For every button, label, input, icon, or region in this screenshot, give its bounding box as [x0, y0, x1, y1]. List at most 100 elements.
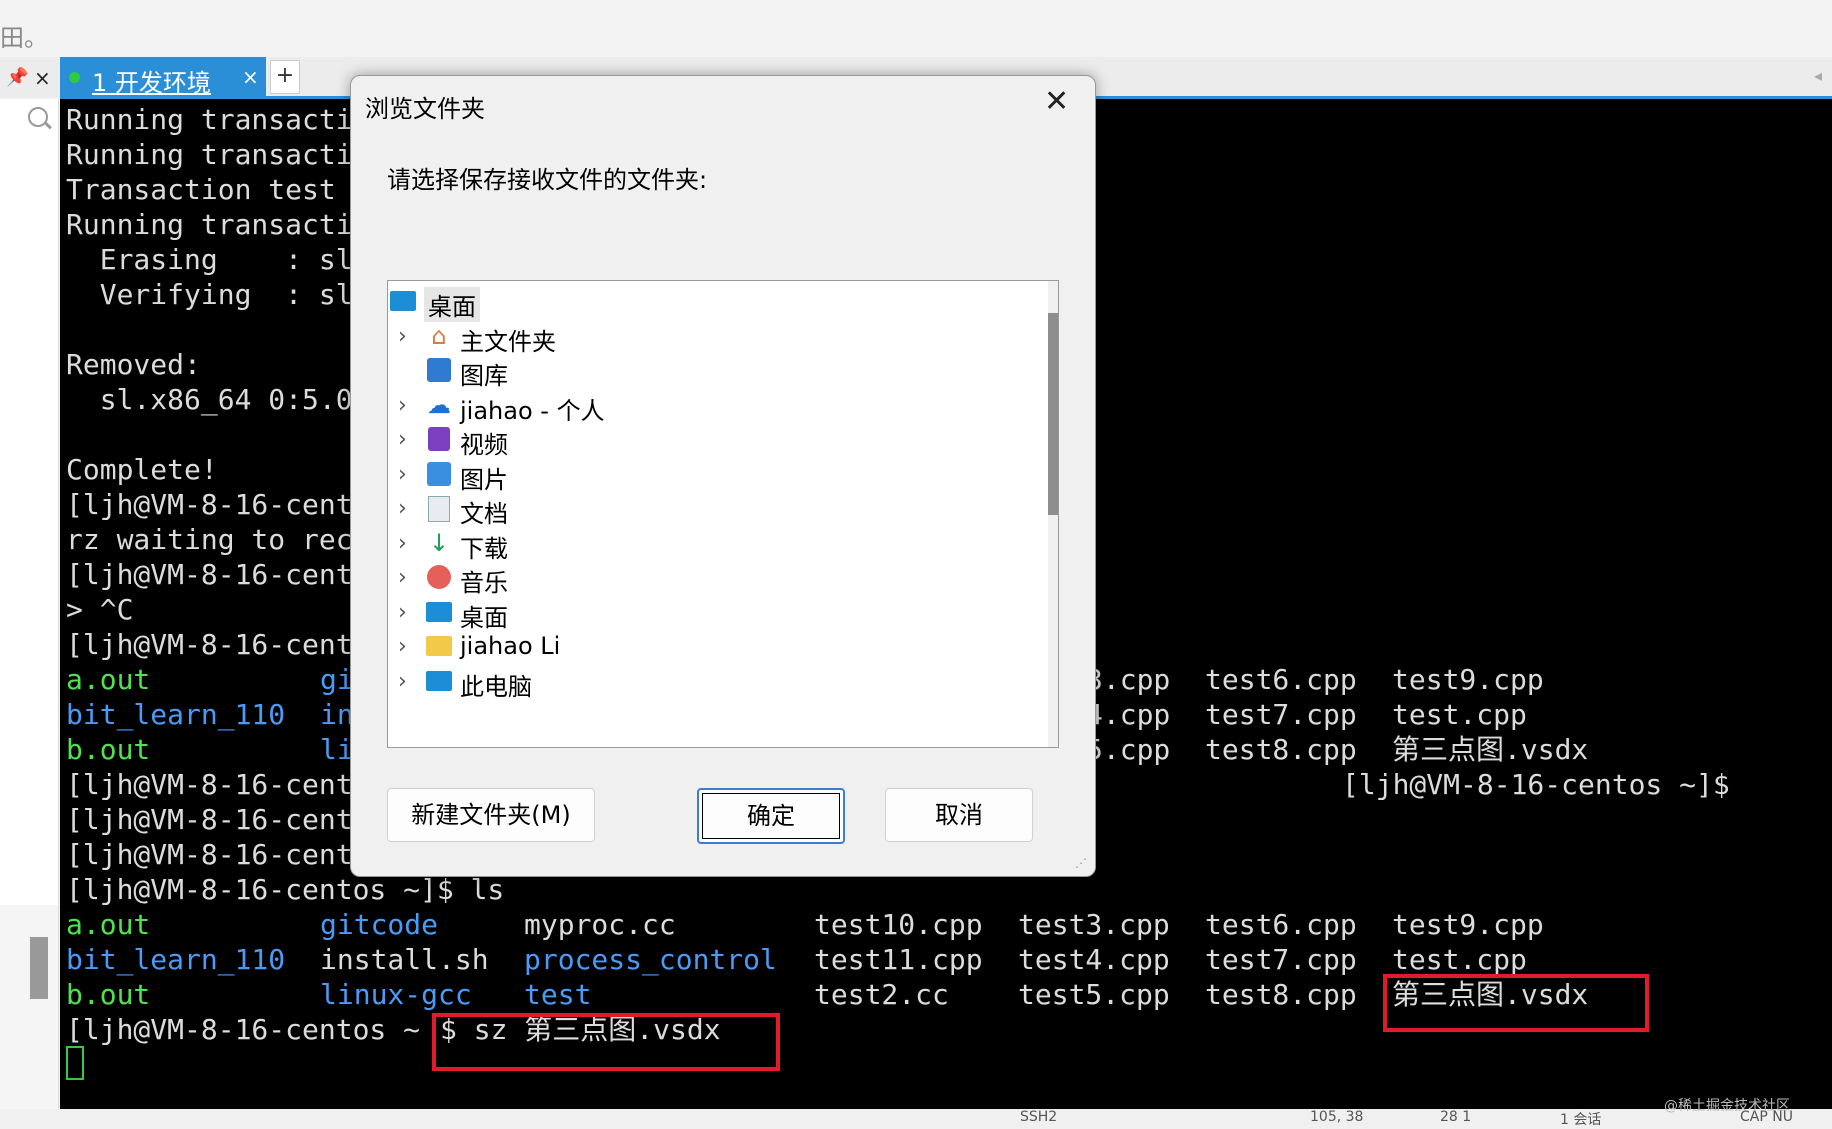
- tab-close-icon[interactable]: ×: [242, 65, 259, 89]
- ls-entry: a.out: [66, 663, 151, 696]
- tree-item-label: 主文件夹: [460, 327, 556, 356]
- tree-item[interactable]: › 视频: [388, 421, 1008, 459]
- ls-entry: test2.cc: [814, 978, 949, 1011]
- home-icon: ⌂: [431, 321, 447, 350]
- terminal-line: sl.x86_64 0:5.0: [66, 383, 353, 416]
- chevron-right-icon[interactable]: ›: [398, 669, 407, 694]
- status-sessions: 1 会话: [1560, 1112, 1602, 1128]
- terminal-line: Removed:: [66, 348, 201, 381]
- ls-entry: test.cpp: [1392, 698, 1527, 731]
- status-bar: SSH2 105, 38 28 1 1 会话 CAP NU @稀土掘金技术社区: [0, 1098, 1832, 1128]
- resize-grip-icon[interactable]: ⋰: [1075, 856, 1087, 870]
- terminal-line: [ljh@VM-8-16-cent: [66, 628, 353, 661]
- ls-entry: bit_learn_110: [66, 698, 286, 731]
- folder-tree[interactable]: › 此电脑 › jiahao Li › 桌面 › 音乐 › ↓ 下载 › 文档 › 图片 › 视频 › ☁ jiaha…: [387, 280, 1059, 748]
- close-icon[interactable]: ✕: [1044, 84, 1069, 119]
- ls-entry: b.out: [66, 733, 151, 766]
- chevron-right-icon[interactable]: ›: [398, 531, 407, 556]
- tree-item[interactable]: › 桌面: [388, 594, 1008, 632]
- ls-entry: test9.cpp: [1392, 663, 1544, 696]
- tree-item[interactable]: › ⌂ 主文件夹: [388, 318, 1008, 356]
- tree-item[interactable]: › ☁ jiahao - 个人: [388, 387, 1008, 425]
- terminal-line: Transaction test: [66, 173, 336, 206]
- tree-item-label: 视频: [460, 431, 508, 459]
- dialog-title: 浏览文件夹: [365, 95, 485, 123]
- chevron-right-icon[interactable]: ›: [398, 393, 407, 418]
- ls-entry: test8.cpp: [1205, 733, 1357, 766]
- ls-entry: b.out: [66, 978, 151, 1011]
- chevron-right-icon[interactable]: ›: [398, 600, 407, 625]
- terminal-line: Verifying : sl: [66, 278, 353, 311]
- terminal-line: rz waiting to rec: [66, 523, 353, 556]
- status-cursor-pos: 105, 38: [1310, 1109, 1364, 1125]
- chevron-right-icon[interactable]: ›: [398, 496, 407, 521]
- ls-entry: test5.cpp: [1018, 978, 1170, 1011]
- chevron-right-icon[interactable]: ›: [398, 634, 407, 659]
- ls-entry: linux-gcc: [320, 978, 472, 1011]
- terminal-line: > ^C: [66, 593, 134, 626]
- ls-entry: in: [320, 698, 354, 731]
- chevron-right-icon[interactable]: ›: [398, 565, 407, 590]
- chevron-right-icon[interactable]: ›: [398, 427, 407, 452]
- tree-item[interactable]: › 文档: [388, 490, 1008, 528]
- ls-entry: a.out: [66, 908, 151, 941]
- tree-item-label: jiahao Li: [460, 632, 561, 660]
- top-strip: 田。: [0, 0, 1832, 57]
- cut-off-text: 田。: [0, 24, 48, 52]
- computer-icon: [424, 667, 454, 695]
- highlight-box-command: [432, 1013, 780, 1071]
- tree-item-label: 图片: [460, 465, 508, 494]
- ls-entry: 第三点图.vsdx: [1392, 733, 1589, 766]
- ls-entry: 3.cpp: [1086, 663, 1171, 696]
- tree-item[interactable]: › 此电脑: [388, 663, 1008, 701]
- picture-icon: [424, 460, 454, 488]
- terminal-line: Running transacti: [66, 138, 353, 171]
- ls-entry: test.cpp: [1392, 943, 1527, 976]
- tree-item[interactable]: 图库: [388, 352, 1008, 390]
- tree-item[interactable]: › jiahao Li: [388, 628, 1008, 666]
- terminal-line: [ljh@VM-8-16-cent: [66, 558, 353, 591]
- tree-item[interactable]: › 音乐: [388, 559, 1008, 597]
- tree-item[interactable]: › ↓ 下载: [388, 525, 1008, 563]
- terminal-line: Erasing : sl: [66, 243, 353, 276]
- close-panel-icon[interactable]: ×: [34, 66, 51, 90]
- ls-entry: test6.cpp: [1205, 663, 1357, 696]
- terminal-prompt: [ljh@VM-8-16-cent: [66, 803, 353, 836]
- ls-entry: 5.cpp: [1086, 733, 1171, 766]
- session-tab[interactable]: 1 开发环境 ×: [60, 57, 266, 97]
- connected-status-icon: [69, 72, 80, 83]
- tree-item[interactable]: › 图片: [388, 456, 1008, 494]
- pushpin-icon[interactable]: 📌: [6, 67, 28, 88]
- panel-scrollbar[interactable]: [30, 937, 48, 999]
- terminal-prompt: [ljh@VM-8-16-centos ~]$: [1342, 768, 1730, 801]
- chevron-right-icon[interactable]: ›: [398, 324, 407, 349]
- tree-item-label: jiahao - 个人: [460, 396, 605, 425]
- scrollbar-thumb[interactable]: [1048, 313, 1058, 515]
- terminal-line: Complete!: [66, 453, 218, 486]
- panel-lower-area: [0, 905, 58, 1109]
- ok-button[interactable]: 确定: [697, 788, 845, 844]
- tree-scrollbar[interactable]: [1048, 281, 1058, 747]
- ls-entry: test3.cpp: [1018, 908, 1170, 941]
- ls-entry: li: [320, 733, 354, 766]
- tree-item-label: 音乐: [460, 569, 508, 597]
- chevron-right-icon[interactable]: ›: [398, 462, 407, 487]
- ls-entry: test11.cpp: [814, 943, 983, 976]
- ls-entry: test9.cpp: [1392, 908, 1544, 941]
- onedrive-cloud-icon: ☁: [427, 390, 451, 419]
- chevron-left-icon[interactable]: ◂: [1814, 66, 1822, 85]
- ls-entry: test: [524, 978, 592, 1011]
- terminal-line: Running transacti: [66, 208, 353, 241]
- new-tab-button[interactable]: +: [270, 60, 300, 94]
- cancel-button[interactable]: 取消: [885, 788, 1033, 842]
- search-icon[interactable]: [28, 107, 48, 127]
- status-protocol: SSH2: [1020, 1109, 1058, 1125]
- folder-icon: [424, 632, 454, 660]
- gallery-icon: [424, 356, 454, 384]
- ls-entry: gi: [320, 663, 354, 696]
- tree-item-label: 桌面: [460, 603, 508, 632]
- new-folder-button[interactable]: 新建文件夹(M): [387, 788, 595, 842]
- ls-entry: test8.cpp: [1205, 978, 1357, 1011]
- highlight-box-file: [1383, 974, 1649, 1032]
- tree-item[interactable]: 桌面: [388, 283, 1008, 322]
